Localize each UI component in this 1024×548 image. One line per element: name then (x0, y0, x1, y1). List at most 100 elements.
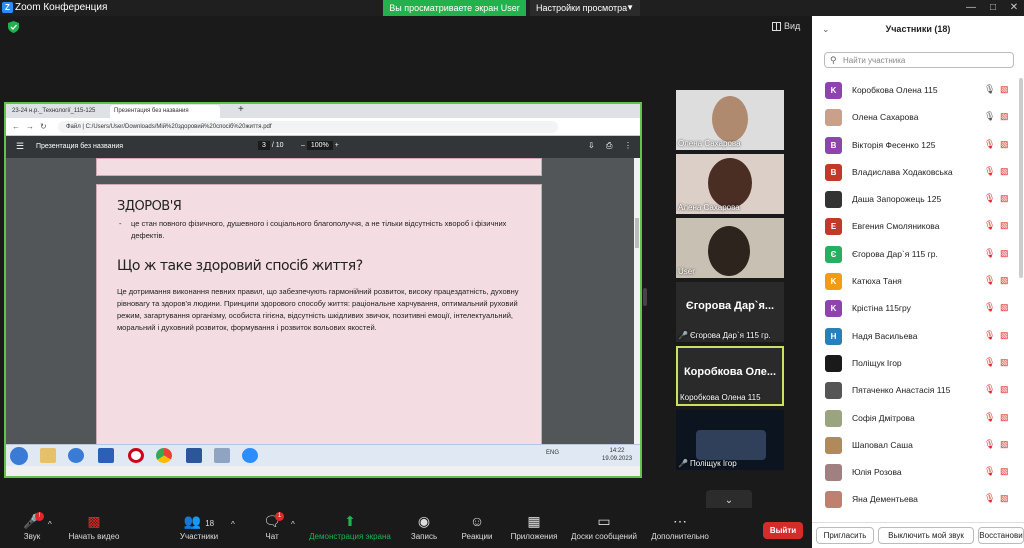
tab-label: 23-24 н.р._Технології_115-125 (12, 108, 96, 114)
app-icon[interactable] (98, 448, 114, 463)
participants-button[interactable]: 👥 18 Участники (176, 512, 222, 541)
participant-row[interactable]: K Коробкова Олена 115 🎙 ▧ (812, 78, 1024, 105)
video-off-icon: ▧ (1000, 384, 1009, 395)
leave-button[interactable]: Выйти (763, 522, 803, 539)
chat-button[interactable]: 🗨 1 Чат (258, 512, 286, 541)
start-icon[interactable] (10, 447, 28, 465)
page-indicator: 3 / 10 (258, 141, 284, 150)
mute-me-button[interactable]: Выключить мой звук (878, 527, 974, 544)
url-field[interactable]: Файл | C:/Users/User/Downloads/Мій%20здо… (58, 121, 558, 133)
explorer-icon[interactable] (40, 448, 56, 463)
more-icon[interactable]: ⋮ (624, 141, 632, 150)
browser-tab[interactable]: 23-24 н.р._Технології_115-125 (8, 105, 104, 118)
record-button[interactable]: ◉ Запись (406, 512, 442, 541)
mic-icon: 🎙 (984, 84, 996, 94)
view-button[interactable]: Вид (772, 21, 800, 32)
chat-options-caret[interactable]: ^ (291, 520, 295, 529)
share-screen-icon: ⬆ (344, 513, 356, 529)
whiteboard-button[interactable]: ▭ Доски сообщений (568, 512, 640, 541)
participants-options-caret[interactable]: ^ (231, 520, 235, 529)
participant-row[interactable]: Шаповал Саша 🎙 ▧ (812, 433, 1024, 460)
participant-row[interactable]: Яна Дементьева 🎙 ▧ (812, 487, 1024, 514)
menu-icon[interactable]: ☰ (16, 141, 24, 152)
video-tile[interactable]: User (676, 218, 784, 278)
tile-name: Олена Сахарова (678, 139, 741, 148)
participant-row[interactable]: Є Єгорова Дар`я 115 гр. 🎙 ▧ (812, 242, 1024, 269)
participant-row[interactable]: Олена Сахарова 🎙 ▧ (812, 105, 1024, 132)
mic-muted-icon: 🎤 (678, 459, 688, 468)
video-off-icon: ▧ (1000, 275, 1009, 286)
participant-row[interactable]: E Евгения Смоляникова 🎙 ▧ (812, 214, 1024, 241)
new-tab-icon[interactable]: + (238, 104, 244, 115)
audio-options-caret[interactable]: ^ (48, 520, 52, 529)
participant-row[interactable]: B Владислава Ходаковська 🎙 ▧ (812, 160, 1024, 187)
browser-tab-active[interactable]: Презентация без названия (110, 105, 220, 118)
word-icon[interactable] (186, 448, 202, 463)
participant-row[interactable]: Даша Запорожець 125 🎙 ▧ (812, 187, 1024, 214)
reload-icon[interactable]: ↻ (40, 122, 47, 131)
download-icon[interactable]: ⇩ (588, 141, 595, 150)
video-tile[interactable]: Алена Сахарова (676, 154, 784, 214)
participants-label: Участники (179, 532, 219, 541)
more-button[interactable]: ⋯ Дополнительно (648, 512, 712, 541)
zoom-level[interactable]: 100% (306, 141, 333, 150)
name-tile[interactable]: Єгорова Дар`я... 🎤 Єгорова Дар`я 115 гр. (676, 282, 784, 342)
participant-scrollbar[interactable] (1019, 78, 1023, 278)
participant-row[interactable]: K Катюха Таня 🎙 ▧ (812, 269, 1024, 296)
avatar: K (825, 273, 842, 291)
start-video-button[interactable]: ▩ Начать видео (64, 512, 124, 541)
video-tile[interactable]: 🎤 Поліщук Ігор (676, 410, 784, 470)
close-icon[interactable]: ✕ (1005, 0, 1023, 16)
share-screen-button[interactable]: ⬆ Демонстрация экрана (306, 512, 394, 541)
mic-muted-icon: 🎙 (984, 302, 996, 313)
minimize-icon[interactable]: — (962, 0, 980, 16)
zoom-icon[interactable] (242, 448, 258, 463)
participant-search-input[interactable]: ⚲ Найти участника (824, 52, 1014, 68)
participant-row[interactable]: Юлія Розова 🎙 ▧ (812, 460, 1024, 487)
video-tile[interactable]: Олена Сахарова (676, 90, 784, 150)
audio-button[interactable]: 🎤 ! Звук (18, 512, 46, 541)
back-icon[interactable]: ← (12, 122, 20, 131)
avatar (825, 436, 842, 454)
page-current[interactable]: 3 (258, 141, 270, 150)
participant-row[interactable]: Пятаченко Анастасія 115 🎙 ▧ (812, 378, 1024, 405)
language-indicator[interactable]: ENG (546, 450, 559, 456)
pdf-scrollbar[interactable] (634, 158, 640, 454)
participant-row[interactable]: K Крістіна 115гру 🎙 ▧ (812, 296, 1024, 323)
maximize-icon[interactable]: □ (984, 0, 1002, 16)
participant-name: Пятаченко Анастасія 115 (852, 385, 951, 396)
pdf-viewer[interactable]: ЗДОРОВ'Я це стан повного фізичного, душе… (6, 158, 640, 460)
app-icon[interactable] (214, 448, 230, 463)
participant-row[interactable]: Поліщук Ігор 🎙 ▧ (812, 351, 1024, 378)
participant-row[interactable]: H Надя Васильева 🎙 ▧ (812, 324, 1024, 351)
print-icon[interactable]: ⎙ (606, 141, 612, 151)
participant-row[interactable]: Софія Дмітрова 🎙 ▧ (812, 406, 1024, 433)
forward-icon[interactable]: → (26, 122, 34, 131)
invite-button[interactable]: Пригласить (816, 527, 874, 544)
zoom-in-icon[interactable]: + (335, 142, 339, 149)
avatar (825, 464, 842, 482)
zoom-out-icon[interactable]: – (301, 142, 305, 149)
participant-row[interactable]: B Вікторія Фесенко 125 🎙 ▧ (812, 133, 1024, 160)
tile-name: Алена Сахарова (678, 203, 740, 212)
zoom-window: Z Zoom Конференция Вы просматриваете экр… (0, 0, 1024, 548)
participant-name: Евгения Смоляникова (852, 221, 940, 232)
gallery-handle[interactable] (643, 288, 647, 306)
opera-icon[interactable] (128, 448, 144, 463)
mic-muted-icon: 🎙 (984, 356, 996, 367)
scroll-thumb[interactable] (635, 218, 639, 248)
apps-button[interactable]: ▦ Приложения (508, 512, 560, 541)
name-tile-active[interactable]: Коробкова Оле... Коробкова Олена 115 (676, 346, 784, 406)
video-label: Начать видео (68, 532, 120, 541)
ie-icon[interactable] (68, 448, 84, 463)
chrome-icon[interactable] (156, 448, 172, 463)
shield-icon[interactable] (8, 21, 19, 33)
restore-button[interactable]: Восстанови (978, 527, 1024, 544)
clock: 14:22 19.09.2023 (602, 447, 632, 463)
view-settings-button[interactable]: Настройки просмотра ▼ (530, 0, 640, 16)
reactions-button[interactable]: ☺ Реакции (458, 512, 496, 541)
mic-muted-icon: 🎤 (678, 331, 688, 340)
avatar: B (825, 136, 842, 154)
shared-screen[interactable]: 23-24 н.р._Технології_115-125 Презентаци… (4, 102, 642, 478)
address-bar: ← → ↻ Файл | C:/Users/User/Downloads/Мій… (6, 118, 640, 136)
